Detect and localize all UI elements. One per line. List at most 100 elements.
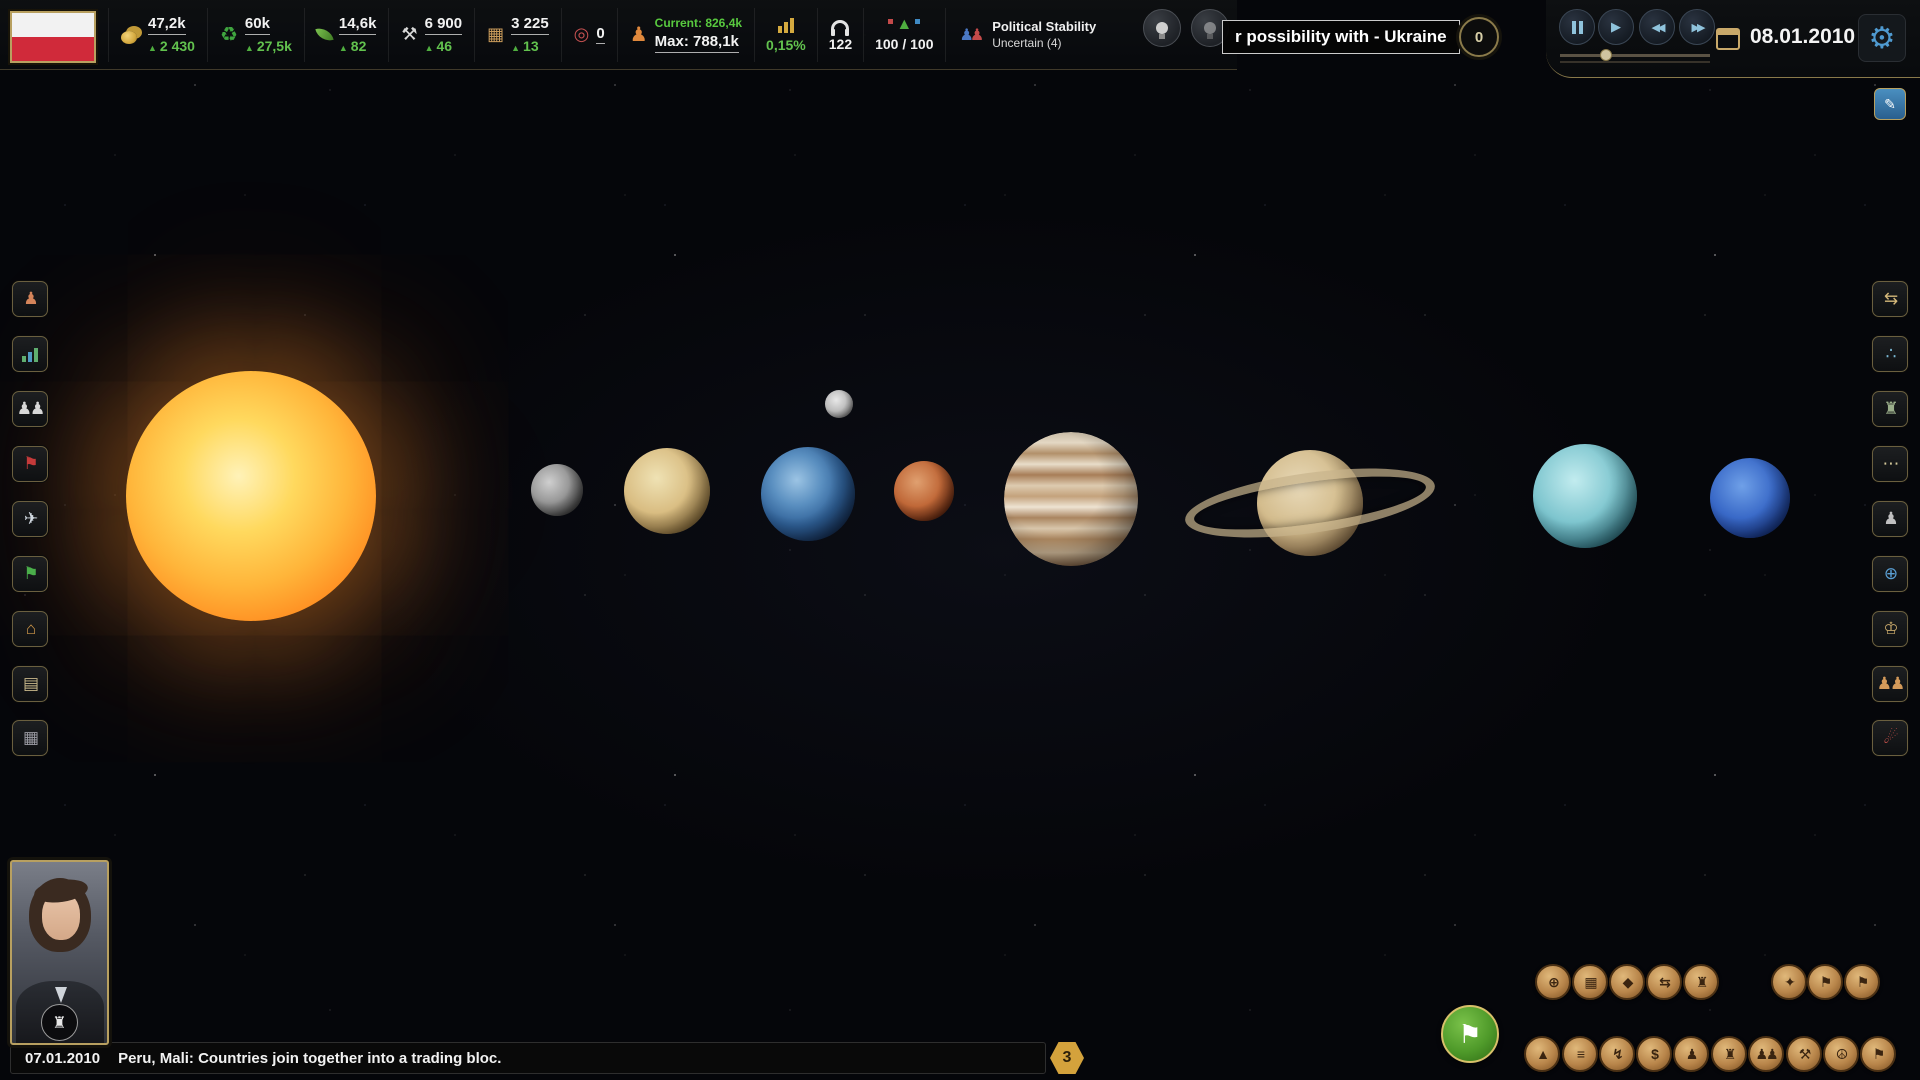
political-stability[interactable]: ♟♟ Political Stability Uncertain (4) bbox=[945, 8, 1111, 62]
workforce-button[interactable]: ♟♟ bbox=[1748, 1036, 1784, 1072]
menu-economy-button[interactable] bbox=[12, 336, 48, 372]
population-resource[interactable]: ♟ Current: 826,4k Max: 788,1k bbox=[617, 8, 754, 62]
social-groups-icon: ♟♟ bbox=[1877, 674, 1903, 694]
leaf-icon bbox=[315, 25, 333, 43]
victory-flag-icon: ⚑ bbox=[1873, 1046, 1884, 1063]
finance-icon: $ bbox=[1651, 1046, 1657, 1062]
journal-button[interactable]: ✎ bbox=[1874, 88, 1906, 120]
planet-shadow bbox=[894, 461, 954, 521]
menu-industry-button[interactable]: ▦ bbox=[12, 720, 48, 756]
military-power-resource[interactable]: ◎ 0 bbox=[561, 8, 617, 62]
demographics-button[interactable]: ♟ bbox=[1673, 1036, 1709, 1072]
planet-neptune bbox=[1710, 458, 1790, 538]
industry-icon: ▦ bbox=[23, 728, 37, 748]
bank-icon: ♜ bbox=[52, 1013, 66, 1033]
settings-button[interactable]: ⚙ bbox=[1858, 14, 1906, 62]
game-speed-slider[interactable] bbox=[1560, 54, 1710, 57]
government-button[interactable]: ♜ bbox=[1683, 964, 1719, 1000]
rewind-icon: ◀◀ bbox=[1652, 21, 1663, 34]
population-current: Current: 826,4k bbox=[655, 16, 742, 30]
hint-button[interactable] bbox=[1143, 9, 1181, 47]
poland-flag-icon[interactable] bbox=[10, 11, 96, 63]
overview-icon: ♟ bbox=[23, 289, 36, 309]
menu-infrastructure-button[interactable]: ⌂ bbox=[12, 611, 48, 647]
torch-icon: ✦ bbox=[1784, 974, 1794, 991]
ceremonies-button[interactable]: ✦ bbox=[1771, 964, 1807, 1000]
treaties-button[interactable]: ⇆ bbox=[1646, 964, 1682, 1000]
recycling-value: 60k bbox=[245, 15, 270, 34]
audience-indicator[interactable]: 122 bbox=[817, 8, 863, 62]
stability-title: Political Stability bbox=[992, 19, 1096, 34]
raw-materials-resource[interactable]: ⚒ 6 900 ▲46 bbox=[388, 8, 474, 62]
planet-mars bbox=[894, 461, 954, 521]
globe-icon: ⊕ bbox=[1548, 974, 1558, 991]
menu-organizations-button[interactable]: ∴ bbox=[1872, 336, 1908, 372]
crowd-icon: ♟♟ bbox=[1755, 1046, 1776, 1063]
menu-intelligence-button[interactable]: ♔ bbox=[1872, 611, 1908, 647]
economy-icon bbox=[22, 346, 38, 362]
menu-strategic-warfare-button[interactable]: ☄ bbox=[1872, 720, 1908, 756]
resources-button[interactable]: ▲ bbox=[1524, 1036, 1560, 1072]
menu-society-button[interactable]: ♟♟ bbox=[12, 391, 48, 427]
game-speed-knob[interactable] bbox=[1600, 49, 1612, 61]
society-icon: ♟♟ bbox=[17, 399, 43, 419]
menu-diplomacy-button[interactable]: ⇆ bbox=[1872, 281, 1908, 317]
national-agenda-button[interactable]: ⚑ bbox=[1441, 1005, 1499, 1063]
headset-icon bbox=[831, 20, 849, 32]
world-overview-button[interactable]: ⊕ bbox=[1535, 964, 1571, 1000]
scenarios-button[interactable]: ⚑ bbox=[1844, 964, 1880, 1000]
menu-more-options-button[interactable]: ⋯ bbox=[1872, 446, 1908, 482]
menu-world-market-button[interactable]: ⊕ bbox=[1872, 556, 1908, 592]
peace-button[interactable]: ☮ bbox=[1823, 1036, 1859, 1072]
technology-button[interactable]: ▦ bbox=[1572, 964, 1608, 1000]
ministry-button[interactable]: ♜ bbox=[41, 1004, 78, 1041]
event-ticker[interactable]: r possibility with - Ukraine bbox=[1222, 20, 1460, 54]
menu-social-groups-button[interactable]: ♟♟ bbox=[1872, 666, 1908, 702]
planet-shadow bbox=[1710, 458, 1790, 538]
goods-resource[interactable]: ▦ 3 225 ▲13 bbox=[474, 8, 561, 62]
planet-shadow bbox=[531, 464, 583, 516]
fast-forward-icon: ▶▶ bbox=[1692, 21, 1703, 34]
stockpile-button[interactable]: ≡ bbox=[1562, 1036, 1598, 1072]
fast-forward-button[interactable]: ▶▶ bbox=[1679, 9, 1715, 45]
national-goals-icon: ⚑ bbox=[23, 564, 36, 584]
planet-sun bbox=[126, 371, 376, 621]
menu-armed-forces-button[interactable]: ♜ bbox=[1872, 391, 1908, 427]
planet-moon bbox=[825, 390, 853, 418]
coins-icon bbox=[121, 31, 137, 44]
growth-indicator[interactable]: 0,15% bbox=[754, 8, 817, 62]
audience-value: 122 bbox=[829, 36, 852, 52]
play-button[interactable]: ▶ bbox=[1598, 9, 1634, 45]
menu-military-button[interactable]: ✈ bbox=[12, 501, 48, 537]
pause-button[interactable] bbox=[1559, 9, 1595, 45]
energy-button[interactable]: ↯ bbox=[1599, 1036, 1635, 1072]
treasury-resource[interactable]: 47,2k ▲2 430 bbox=[108, 8, 207, 62]
menu-ministers-button[interactable]: ♟ bbox=[1872, 501, 1908, 537]
objectives-button[interactable]: ⚑ bbox=[1807, 964, 1843, 1000]
population-icon: ♟ bbox=[630, 22, 648, 47]
menu-laws-button[interactable]: ▤ bbox=[12, 666, 48, 702]
puzzle-icon: ◆ bbox=[1623, 974, 1632, 991]
finance-button[interactable]: $ bbox=[1636, 1036, 1672, 1072]
menu-overview-button[interactable]: ♟ bbox=[12, 281, 48, 317]
news-ticker-bar[interactable]: 07.01.2010 Peru, Mali: Countries join to… bbox=[10, 1042, 1046, 1074]
hammer-icon: ⚒ bbox=[1799, 1046, 1810, 1063]
approval-indicator[interactable]: ▲ 100 / 100 bbox=[863, 8, 944, 62]
recycling-resource[interactable]: ♻ 60k ▲27,5k bbox=[207, 8, 304, 62]
goods-value: 3 225 bbox=[511, 15, 549, 34]
mountain-icon: ▲ bbox=[1536, 1046, 1548, 1062]
menu-national-goals-button[interactable]: ⚑ bbox=[12, 556, 48, 592]
food-value: 14,6k bbox=[339, 15, 377, 34]
game-speed-scale bbox=[1560, 61, 1710, 63]
gear-icon: ⚙ bbox=[1869, 21, 1896, 56]
projects-button[interactable]: ◆ bbox=[1609, 964, 1645, 1000]
construction-button[interactable]: ⚒ bbox=[1786, 1036, 1822, 1072]
nebula-glow bbox=[350, 200, 1650, 900]
rewind-button[interactable]: ◀◀ bbox=[1639, 9, 1675, 45]
victory-button[interactable]: ⚑ bbox=[1860, 1036, 1896, 1072]
banking-button[interactable]: ♜ bbox=[1711, 1036, 1747, 1072]
menu-politics-button[interactable]: ⚑ bbox=[12, 446, 48, 482]
objective-flag-icon: ⚑ bbox=[1820, 974, 1831, 991]
event-count-badge[interactable]: 0 bbox=[1459, 17, 1499, 57]
food-resource[interactable]: 14,6k ▲82 bbox=[304, 8, 389, 62]
